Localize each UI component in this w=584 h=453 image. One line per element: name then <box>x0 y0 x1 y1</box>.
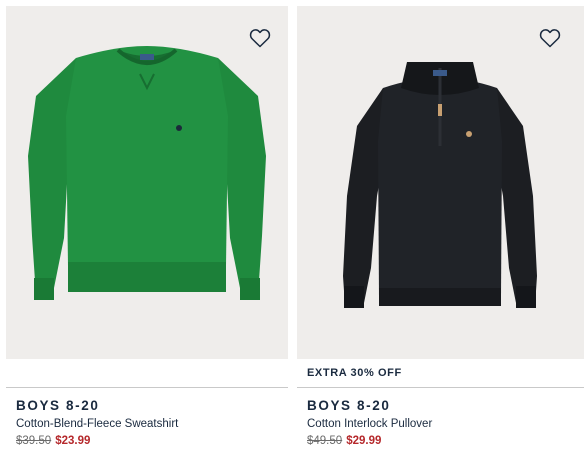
product-image[interactable] <box>297 6 584 359</box>
promo-label: EXTRA 30% OFF <box>307 367 402 379</box>
original-price: $49.50 <box>307 435 343 447</box>
product-price: $49.50 $29.99 <box>307 434 381 448</box>
product-image[interactable] <box>6 6 288 359</box>
divider <box>6 387 288 388</box>
sale-price: $29.99 <box>346 435 382 447</box>
heart-outline-icon[interactable] <box>538 26 562 50</box>
product-category: BOYS 8-20 <box>16 398 100 413</box>
original-price: $39.50 <box>16 435 52 447</box>
product-name[interactable]: Cotton Interlock Pullover <box>307 417 432 431</box>
sale-price: $23.99 <box>55 435 91 447</box>
black-pullover-image <box>343 62 537 308</box>
product-card[interactable]: EXTRA 30% OFF BOYS 8-20 Cotton Interlock… <box>297 0 584 453</box>
product-name[interactable]: Cotton-Blend-Fleece Sweatshirt <box>16 417 178 431</box>
product-price: $39.50 $23.99 <box>16 434 90 448</box>
heart-outline-icon[interactable] <box>248 26 272 50</box>
product-category: BOYS 8-20 <box>307 398 391 413</box>
green-sweatshirt-image <box>28 46 266 300</box>
product-card[interactable]: BOYS 8-20 Cotton-Blend-Fleece Sweatshirt… <box>6 0 288 453</box>
divider <box>297 387 584 388</box>
